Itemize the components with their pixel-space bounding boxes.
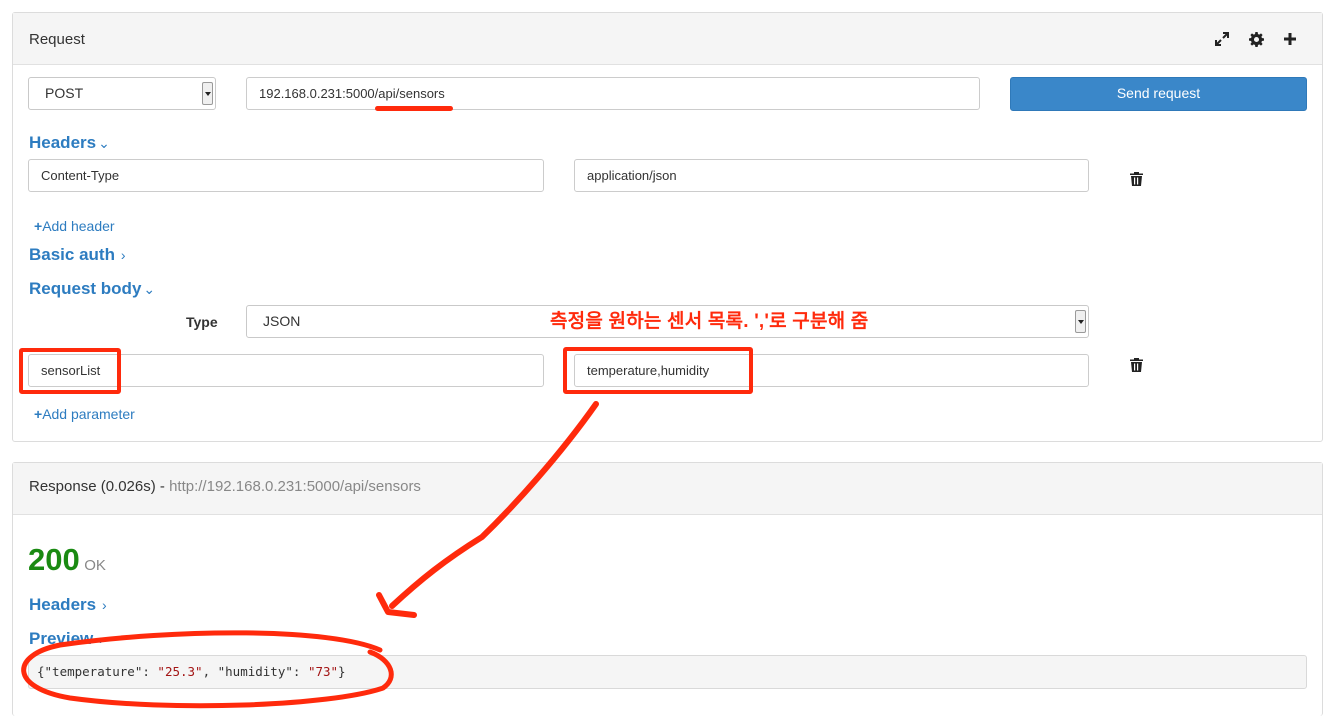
request-body-toggle[interactable]: Request body ⌄ xyxy=(29,279,155,299)
add-parameter-label: Add parameter xyxy=(42,406,135,422)
chevron-down-icon: ⌄ xyxy=(98,135,110,151)
request-panel-title: Request xyxy=(29,31,85,48)
add-header-label: Add header xyxy=(42,218,115,234)
add-header-link[interactable]: +Add header xyxy=(34,218,115,234)
response-headers-toggle[interactable]: Headers › xyxy=(29,595,107,615)
response-title-prefix: Response (0.026s) - xyxy=(29,478,170,495)
chevron-right-icon: › xyxy=(116,247,126,263)
chevron-down-icon: ⌄ xyxy=(143,281,156,297)
trash-icon[interactable] xyxy=(1130,358,1143,377)
json-humidity-value: "73" xyxy=(307,664,339,679)
response-panel-title: Response (0.026s) - http://192.168.0.231… xyxy=(29,478,421,495)
chevron-down-icon xyxy=(1075,310,1086,333)
json-close: } xyxy=(338,664,346,679)
method-select[interactable]: POST xyxy=(28,77,216,110)
url-underline-annotation xyxy=(375,106,453,111)
request-panel-header: Request xyxy=(13,13,1322,65)
status-code: 200 xyxy=(28,542,80,577)
gear-icon[interactable] xyxy=(1246,29,1266,49)
json-open: {"temperature": xyxy=(37,664,158,679)
response-title-url: http://192.168.0.231:5000/api/sensors xyxy=(169,478,421,495)
method-value: POST xyxy=(45,85,84,101)
header-key-input[interactable]: Content-Type xyxy=(28,159,544,192)
response-headers-label: Headers xyxy=(29,595,97,614)
basic-auth-toggle[interactable]: Basic auth › xyxy=(29,245,126,265)
json-mid: , "humidity": xyxy=(202,664,308,679)
annotation-text: 측정을 원하는 센서 목록. ','로 구분해 줌 xyxy=(550,311,869,332)
request-body-label: Request body xyxy=(29,279,142,298)
plus-icon: + xyxy=(34,406,43,422)
preview-toggle[interactable]: Preview › xyxy=(29,629,104,649)
status-line: 200 OK xyxy=(28,542,106,578)
basic-auth-label: Basic auth xyxy=(29,245,115,264)
chevron-right-icon: › xyxy=(95,631,104,647)
response-preview: {"temperature": "25.3", "humidity": "73"… xyxy=(28,655,1307,689)
expand-icon[interactable] xyxy=(1212,29,1232,49)
json-temperature-value: "25.3" xyxy=(157,664,203,679)
header-value-input[interactable]: application/json xyxy=(574,159,1089,192)
status-text: OK xyxy=(84,557,106,574)
param-value-input[interactable]: temperature,humidity xyxy=(574,354,1089,387)
body-type-value: JSON xyxy=(263,313,301,329)
plus-icon[interactable] xyxy=(1280,29,1300,49)
chevron-down-icon xyxy=(202,82,213,105)
panel-actions xyxy=(1212,29,1300,49)
plus-icon: + xyxy=(34,218,43,234)
headers-toggle[interactable]: Headers ⌄ xyxy=(29,133,110,153)
headers-label: Headers xyxy=(29,133,97,152)
response-panel-header: Response (0.026s) - http://192.168.0.231… xyxy=(13,463,1322,515)
url-input[interactable]: 192.168.0.231:5000/api/sensors xyxy=(246,77,980,110)
add-parameter-link[interactable]: +Add parameter xyxy=(34,406,135,422)
trash-icon[interactable] xyxy=(1130,172,1143,191)
preview-label: Preview xyxy=(29,629,94,648)
param-key-input[interactable]: sensorList xyxy=(28,354,544,387)
type-label: Type xyxy=(186,314,218,330)
send-request-button[interactable]: Send request xyxy=(1010,77,1307,111)
chevron-right-icon: › xyxy=(98,597,107,613)
